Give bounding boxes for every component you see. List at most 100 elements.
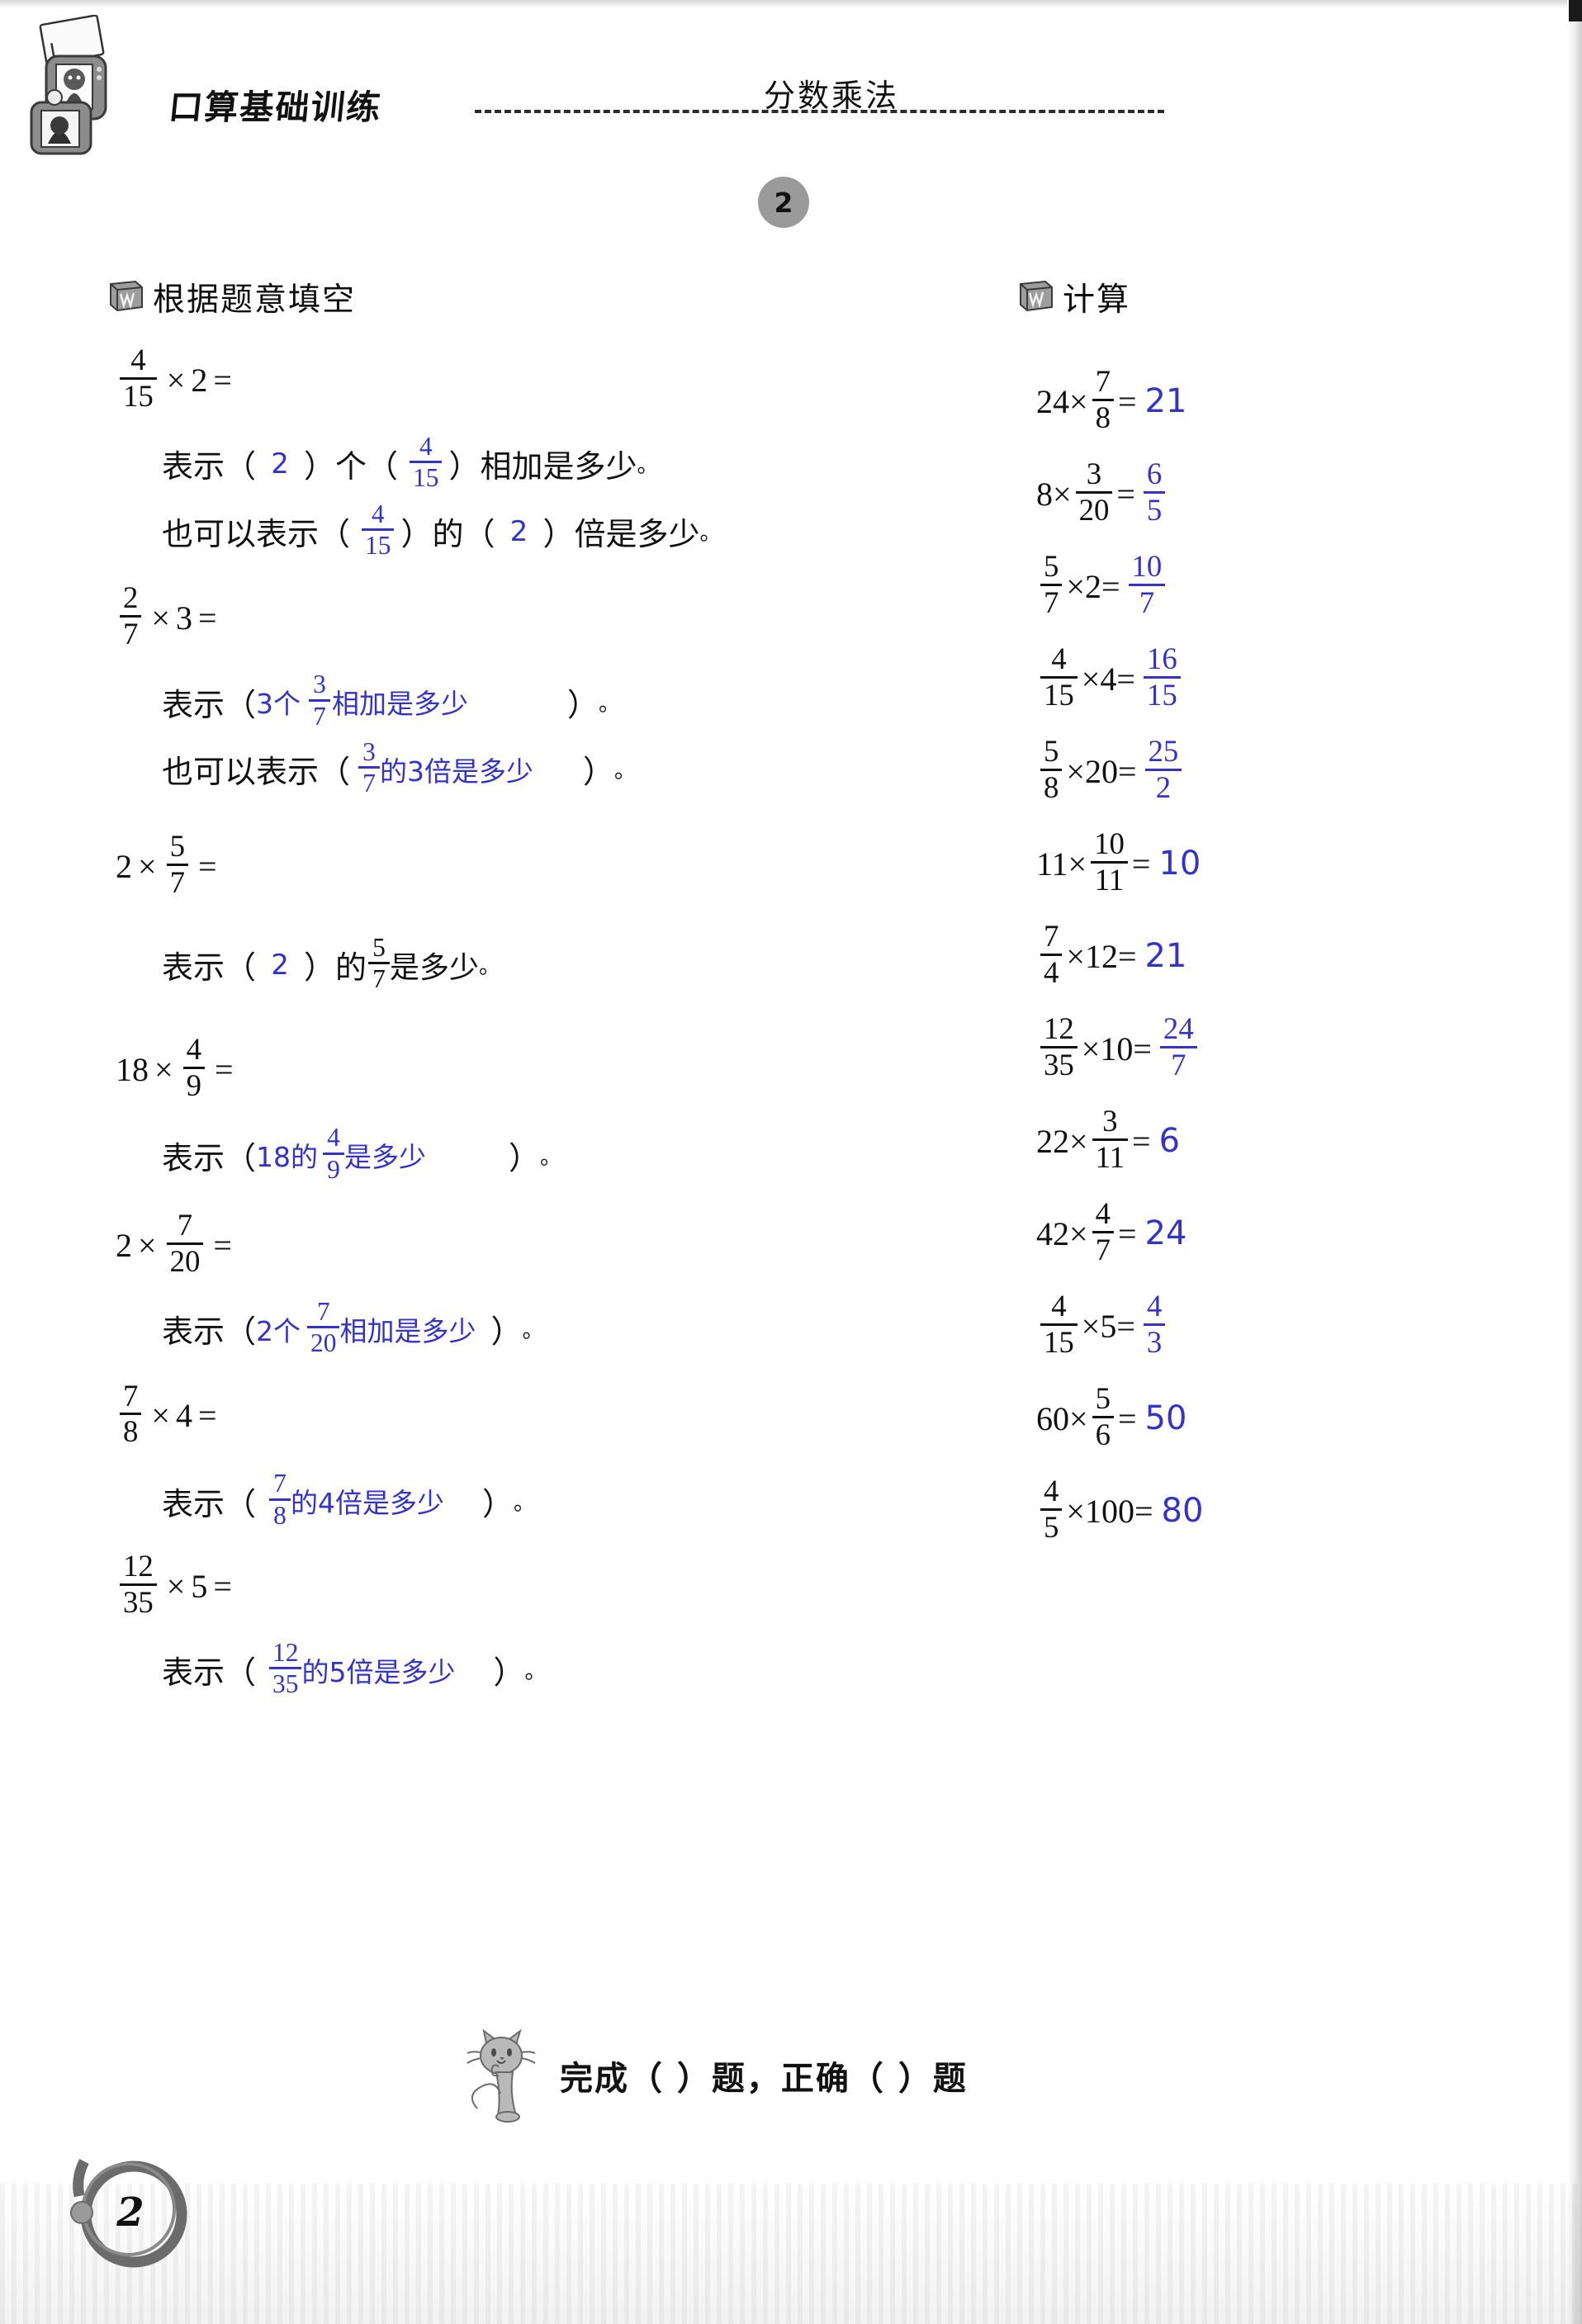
operand: 5 (1100, 1307, 1117, 1345)
calc-answer-fraction[interactable]: 16 15 (1143, 643, 1181, 711)
page-number-badge: 2 (64, 2147, 197, 2279)
answer-text[interactable]: 的4倍是多少 (291, 1481, 444, 1521)
answer-fraction[interactable]: 4 15 (362, 500, 395, 559)
operand: 2 (191, 361, 208, 399)
book-icon (1017, 279, 1055, 315)
equals-sign: = (1117, 382, 1137, 420)
multiply-sign: × (138, 847, 157, 885)
equals-sign: = (1134, 1492, 1153, 1530)
multiply-sign: × (166, 1567, 186, 1605)
answer-text[interactable]: 18的 (256, 1135, 318, 1175)
fraction: 4 15 (120, 344, 157, 412)
answer-fraction[interactable]: 3 7 (358, 739, 381, 797)
section-heading-label: 计算 (1063, 282, 1131, 318)
calc-answer-fraction[interactable]: 24 7 (1159, 1013, 1197, 1081)
fraction: 4 7 (1092, 1198, 1114, 1266)
calc-answer[interactable]: 21 (1145, 382, 1187, 420)
multiply-sign: × (1066, 752, 1085, 790)
answer-text[interactable]: 的5倍是多少 (301, 1650, 455, 1690)
calc-answer-fraction[interactable]: 10 7 (1128, 551, 1166, 618)
multiply-sign: × (1066, 1492, 1085, 1530)
fill-in-problem-list: 4 15 × 2 = 表示（ 2 ）个（ 4 15 ）相加是多少 。 也可以表示… (116, 344, 991, 1699)
fraction: 4 9 (182, 1034, 205, 1101)
equals-sign: = (1116, 1307, 1135, 1345)
fraction: 12 35 (1040, 1013, 1078, 1081)
answer-text[interactable]: 相加是多少 (332, 682, 468, 722)
answer-blank[interactable]: 2 (256, 949, 304, 982)
fraction: 5 8 (1040, 736, 1063, 803)
calc-answer[interactable]: 6 (1159, 1122, 1180, 1160)
operand: 10 (1100, 1029, 1134, 1067)
calc-row-1: 24 × 7 8 = 21 (1036, 355, 1548, 447)
answer-text[interactable]: 相加是多少 (339, 1309, 476, 1349)
operand: 2 (116, 847, 132, 885)
problem-7-line-1: 表示（ 12 35 的5倍是多少 ） 。 (162, 1637, 547, 1699)
section-heading-label: 根据题意填空 (153, 282, 357, 318)
answer-fraction[interactable]: 12 35 (269, 1639, 302, 1697)
operand: 18 (116, 1051, 149, 1089)
calc-answer[interactable]: 24 (1145, 1214, 1187, 1252)
calc-answer-fraction[interactable]: 4 3 (1143, 1290, 1166, 1358)
calc-answer-fraction[interactable]: 6 5 (1143, 458, 1166, 526)
calc-answer-fraction[interactable]: 25 2 (1144, 736, 1182, 803)
multiply-sign: × (154, 1051, 173, 1089)
calc-answer[interactable]: 10 (1158, 845, 1201, 883)
answer-text[interactable]: 3个 (256, 682, 301, 722)
equals-sign: = (214, 1051, 234, 1089)
calc-answer[interactable]: 50 (1145, 1399, 1187, 1437)
operand: 42 (1036, 1214, 1069, 1252)
problem-1-stem: 4 15 × 2 = (116, 344, 991, 414)
problem-6-stem: 7 8 × 4 = (116, 1380, 991, 1450)
multiply-sign: × (1068, 845, 1087, 883)
equals-sign: = (213, 1226, 232, 1264)
answer-text[interactable]: 2个 (256, 1309, 301, 1349)
answer-fraction[interactable]: 7 8 (269, 1470, 291, 1528)
equals-sign: = (213, 361, 232, 399)
multiply-sign: × (1081, 1029, 1101, 1067)
calc-answer[interactable]: 80 (1162, 1492, 1204, 1530)
fraction: 3 11 (1092, 1105, 1128, 1173)
operand: 11 (1036, 845, 1068, 883)
answer-blank[interactable]: 2 (256, 447, 304, 480)
problem-3-line-1: 表示（ 2 ）的 5 7 是多少 。 (162, 932, 501, 993)
problem-5-stem: 2 × 7 20 = (116, 1209, 991, 1279)
equals-sign: = (197, 847, 217, 885)
scan-edge-right (1567, 0, 1582, 2324)
scan-edge-top (0, 0, 1582, 8)
problem-3: 2 × 5 7 = 表示（ 2 ）的 5 7 是多少 。 (116, 831, 991, 994)
page-number: 2 (116, 2189, 144, 2236)
answer-fraction[interactable]: 3 7 (309, 671, 331, 729)
answer-text[interactable]: 的3倍是多少 (380, 750, 533, 789)
operand: 2 (1084, 567, 1101, 605)
fraction: 3 20 (1075, 458, 1113, 526)
fraction: 7 4 (1040, 921, 1063, 988)
fraction: 2 7 (120, 583, 142, 650)
completion-text: 完成（ ）题，正确（ ）题 (560, 2060, 968, 2098)
operand: 4 (1100, 660, 1117, 698)
problem-2: 2 7 × 3 = 表示（ 3个 3 7 相加是多少 ） 。 也可以表示（ 3 (116, 583, 991, 798)
problem-5-line-1: 表示（ 2个 7 20 相加是多少 ） 。 (162, 1296, 544, 1358)
problem-7: 12 35 × 5 = 表示（ 12 35 的5倍是多少 ） 。 (116, 1550, 991, 1699)
equals-sign: = (1133, 1029, 1152, 1067)
answer-fraction[interactable]: 4 15 (410, 433, 443, 491)
answer-blank[interactable]: 2 (495, 515, 542, 548)
fraction: 4 15 (1040, 1290, 1078, 1358)
equals-sign: = (1116, 660, 1135, 698)
calculation-list: 24 × 7 8 = 21 8 × 3 20 = 6 5 5 7 × 2 = 1… (1036, 355, 1548, 1557)
problem-4-line-1: 表示（ 18的 4 9 是多少 ） 。 (162, 1123, 562, 1184)
unit-title: 分数乘法 (764, 79, 900, 114)
fraction: 4 15 (1040, 643, 1078, 711)
answer-fraction[interactable]: 7 20 (307, 1298, 340, 1356)
fraction: 12 35 (120, 1550, 157, 1618)
calc-row-3: 5 7 × 2 = 10 7 (1036, 540, 1548, 632)
equals-sign: = (1117, 1214, 1137, 1252)
multiply-sign: × (1069, 382, 1088, 420)
calc-answer[interactable]: 21 (1145, 937, 1187, 975)
calc-row-5: 5 8 × 20 = 25 2 (1036, 725, 1548, 817)
answer-fraction[interactable]: 4 9 (323, 1124, 345, 1182)
problem-6: 7 8 × 4 = 表示（ 7 8 的4倍是多少 ） 。 (116, 1380, 991, 1531)
equals-sign: = (1117, 752, 1137, 790)
answer-text[interactable]: 是多少 (344, 1135, 426, 1175)
problem-2-stem: 2 7 × 3 = (116, 583, 991, 651)
lesson-number-badge: 2 (758, 177, 809, 228)
